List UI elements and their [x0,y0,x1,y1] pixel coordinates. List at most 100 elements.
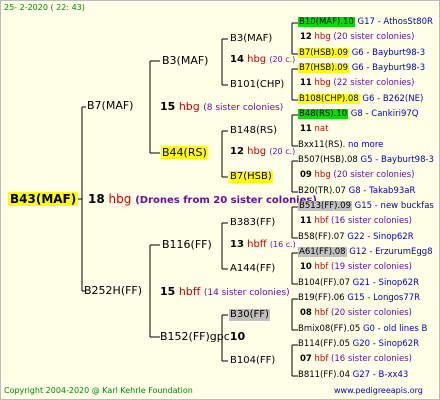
gen4-queen-name: Bxx11(RS). [298,140,346,150]
gen4-drone-num: 11 [300,78,312,88]
gen3-b1[interactable]: B148(RS) [230,126,277,136]
gen4-drone-hbg: hbf [311,308,329,318]
gen2-b-num: 12 [230,146,244,157]
gen3-a1[interactable]: B3(MAF) [230,34,272,44]
gen4-drone-hbg: hbg [311,78,331,88]
gen3-c1[interactable]: B383(FF) [230,218,275,228]
gen4-queen-row[interactable]: B58(FF).07 G22 - Sinop62R [298,233,414,242]
gen4-queen-name: B811(FF).04 [298,370,350,380]
gen4-queen-origin: G6 - Bayburt98-3 [349,48,426,58]
root-num: 18 [88,192,105,206]
gen4-drone-info: 08 hbf (20 sister colonies) [300,309,412,318]
header-date: 25- 2-2020 ( 22: 43) [4,3,85,12]
gen4-drone-note: (19 sister colonies) [328,262,412,272]
gen4-queen-name: B114(FF).05 [298,339,350,349]
gen2-d-queen[interactable]: B152(FF)gpc10 [160,331,245,342]
gen1-bottom-queen[interactable]: B252H(FF) [84,285,142,296]
gen4-queen-row[interactable]: B20(TR).07 G8 - Takab93aR [298,187,415,196]
gen4-queen-row[interactable]: B513(FF).09 G15 - new buckfas [298,201,434,211]
gen4-queen-name: B48(RS).10 [298,109,349,119]
gen4-drone-info: 09 hbg (20 sister colonies) [300,171,414,180]
gen2-a-num: 14 [230,54,244,65]
gen4-queen-origin: G27 - B-xx43 [349,370,409,380]
gen3-d2[interactable]: B104(FF) [230,356,275,366]
gen3-b2[interactable]: B7(HSB) [229,171,273,183]
gen4-queen-origin: G15 - Longos77R [344,293,421,303]
gen4-drone-note: (16 sister colonies) [328,216,412,226]
gen4-queen-row[interactable]: B114(FF).05 G20 - Sinop62R [298,340,419,349]
gen2-a-note: (20 c.) [269,55,296,64]
gen4-drone-num: 12 [300,32,312,42]
gen4-drone-num: 10 [300,262,312,272]
gen2-a-queen[interactable]: B3(MAF) [162,55,208,66]
gen4-drone-note: (20 sister colonies) [328,308,412,318]
root-queen[interactable]: B43(MAF) [8,192,79,206]
gen4-queen-name: Bmix08(FF).05 [298,324,361,334]
gen4-queen-origin: G8 - Takab93aR [345,186,416,196]
gen4-queen-row[interactable]: B104(FF).07 G21 - Sinop62R [298,279,419,288]
gen4-drone-hbg: hbf [311,354,329,364]
gen2-b-drone-info: 12 hbg (20 c.) [230,147,295,157]
gen4-queen-name: B19(FF).06 [298,293,345,303]
gen4-queen-row[interactable]: B811(FF).04 G27 - B-xx43 [298,371,408,380]
gen4-queen-row[interactable]: B108(CHP).08 G6 - B262(NE) [298,94,424,104]
gen4-drone-info: 11 nat [300,125,328,134]
gen4-queen-name: B20(TR).07 [298,186,346,196]
gen1-top-drone-info: 15 hbg (8 sister colonies) [160,101,283,113]
gen1-top-num: 15 [160,100,176,113]
footer-website[interactable]: www.pedigreeapis.org [334,387,423,395]
gen4-queen-row[interactable]: B507(HSB).08 G5 - Bayburt98-3 [298,156,434,165]
gen4-queen-row[interactable]: B7(HSB).09 G6 - Bayburt98-3 [298,48,426,58]
gen4-drone-info: 11 hbf (16 sister colonies) [300,217,412,226]
gen4-queen-origin: G6 - B262(NE) [359,94,424,104]
gen4-queen-row[interactable]: B19(FF).06 G15 - Longos77R [298,294,420,303]
gen4-queen-row[interactable]: Bmix08(FF).05 G0 - old lines B [298,325,427,334]
gen4-queen-row[interactable]: B7(HSB).09 G6 - Bayburt98-3 [298,63,425,73]
gen4-drone-num: 09 [300,170,312,180]
gen2-b-queen[interactable]: B44(RS) [161,146,208,159]
gen4-drone-hbg: hbg [311,32,331,42]
gen4-drone-num: 11 [300,124,312,134]
gen2-b-hbg: hbg [247,146,267,157]
gen4-queen-origin: G17 - AthosSt80R [354,17,433,27]
gen1-top-queen[interactable]: B7(MAF) [87,100,133,111]
gen3-c2[interactable]: A144(FF) [230,264,275,274]
gen4-drone-hbg: hbf [311,262,329,272]
gen1-bottom-drone-info: 15 hbff (14 sister colonies) [160,286,290,298]
gen4-queen-row[interactable]: Bxx11(RS). no more [298,141,383,150]
gen4-drone-num: 07 [300,354,312,364]
gen2-a-drone-info: 14 hbg (20 c.) [230,55,295,65]
gen4-queen-origin: G5 - Bayburt98-3 [357,155,434,165]
gen4-queen-origin: G15 - new buckfas [351,201,434,211]
gen4-queen-name: B104(FF).07 [298,278,350,288]
gen1-bottom-hbg: hbff [178,285,201,298]
gen4-queen-row[interactable]: B48(RS).10 G8 - Cankiri97Q [298,109,419,119]
root-drone-info: 18 hbg (Drones from 20 sister colonies) [88,193,317,206]
gen4-queen-origin: G0 - old lines B [360,324,428,334]
gen4-queen-name: B58(FF).07 [298,232,345,242]
gen2-c-queen[interactable]: B116(FF) [162,239,212,250]
gen2-b-note: (20 c.) [269,147,296,156]
gen4-queen-name: B513(FF).09 [298,201,352,211]
gen4-queen-origin: G8 - Cankiri97Q [348,109,419,119]
gen2-c-drone-info: 13 hbff (16 c.) [230,240,296,250]
gen4-drone-note: (20 sister colonies) [330,170,415,180]
gen4-queen-name: A61(FF).08 [298,247,347,257]
gen1-bottom-num: 15 [160,285,176,298]
gen2-d-name: B152(FF)gpc [160,330,230,343]
gen4-drone-info: 10 hbf (19 sister colonies) [300,263,412,272]
gen2-a-hbg: hbg [247,54,267,65]
gen4-queen-origin: G22 - Sinop62R [344,232,414,242]
gen1-top-hbg: hbg [178,100,200,113]
gen4-drone-note: (22 sister colonies) [330,78,415,88]
gen4-drone-hbg: hbg [311,170,331,180]
gen3-d1[interactable]: B30(FF) [229,309,270,321]
gen4-queen-name: B7(HSB).09 [298,48,350,58]
gen2-c-note: (16 c.) [269,240,296,249]
gen3-a2[interactable]: B101(CHP) [230,80,284,90]
gen4-queen-row[interactable]: A61(FF).08 G12 - ErzurumEgg8 [298,247,433,257]
root-hbg: hbg [108,192,132,206]
gen4-queen-origin: no more [345,140,384,150]
gen4-drone-note: (16 sister colonies) [328,354,412,364]
gen4-queen-row[interactable]: B10(MAF).10 G17 - AthosSt80R [298,17,433,27]
